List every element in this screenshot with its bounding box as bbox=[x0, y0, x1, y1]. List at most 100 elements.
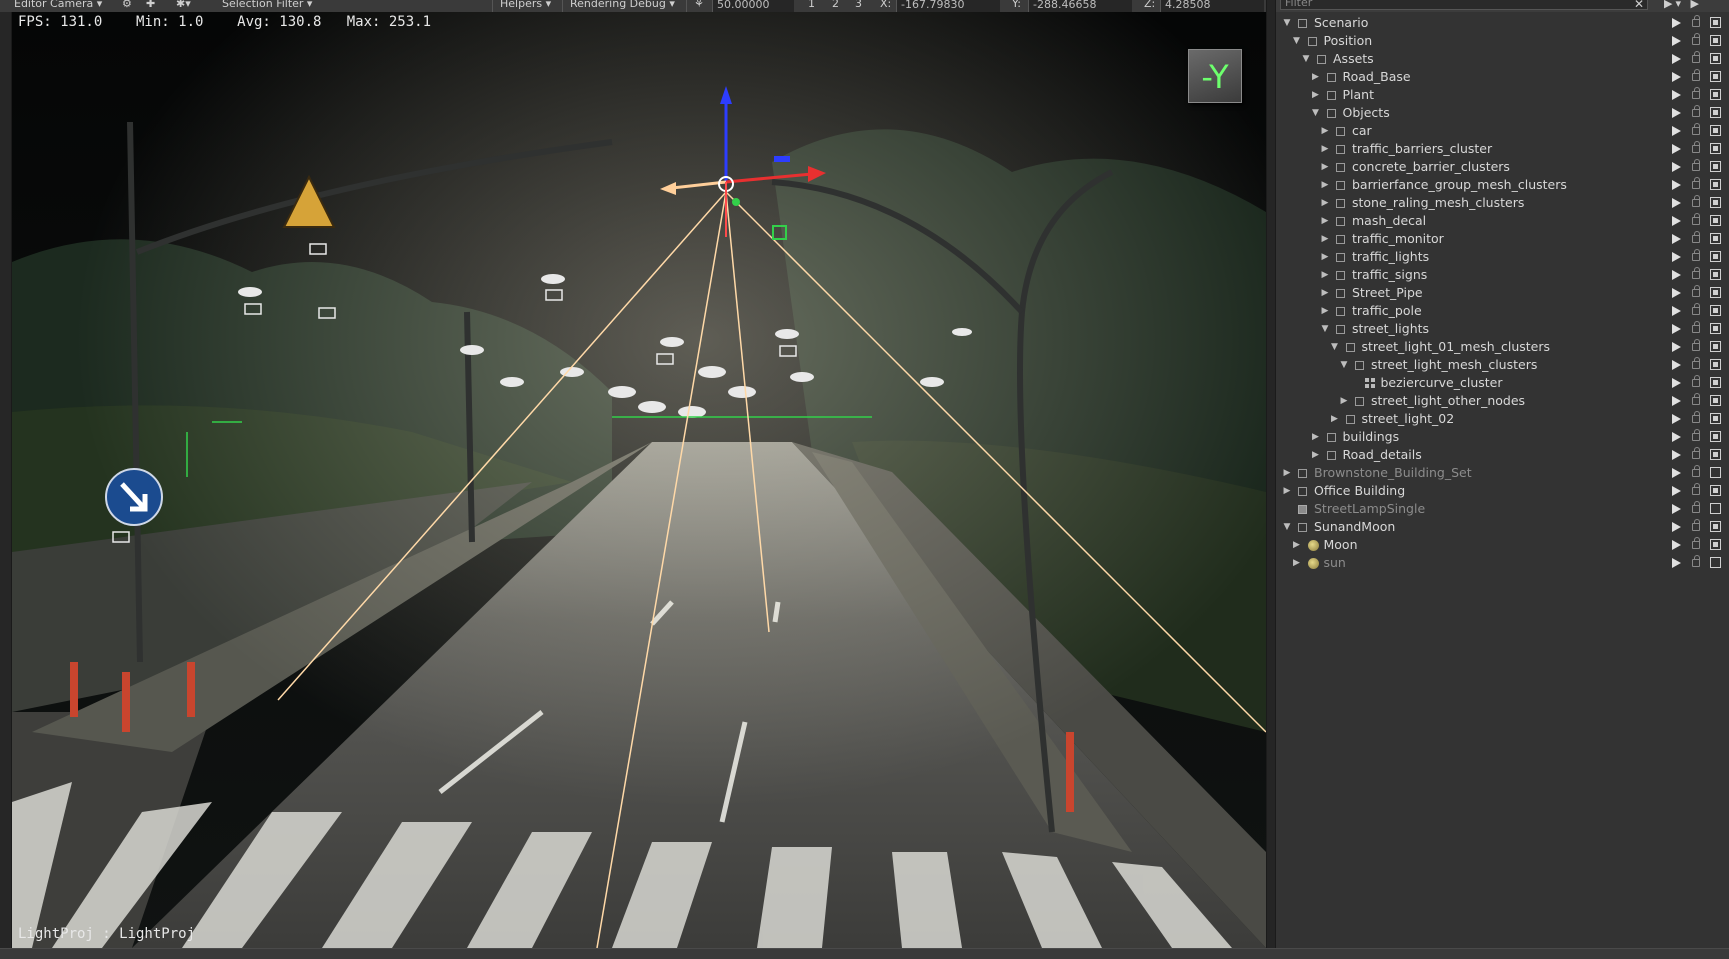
lock-icon[interactable] bbox=[1692, 321, 1700, 333]
tree-row[interactable]: ▶ sun bbox=[1276, 554, 1729, 572]
play-icon[interactable] bbox=[1672, 486, 1681, 496]
lock-icon[interactable] bbox=[1692, 141, 1700, 153]
expand-arrow-icon[interactable]: ▶ bbox=[1311, 68, 1321, 86]
visibility-toggle[interactable] bbox=[1710, 449, 1721, 460]
node-checkbox-icon[interactable] bbox=[1336, 181, 1345, 190]
play-icon[interactable] bbox=[1672, 18, 1681, 28]
play-icon[interactable] bbox=[1672, 72, 1681, 82]
play-icon[interactable] bbox=[1672, 126, 1681, 136]
lock-icon[interactable] bbox=[1692, 105, 1700, 117]
visibility-toggle[interactable] bbox=[1710, 215, 1721, 226]
visibility-toggle[interactable] bbox=[1710, 287, 1721, 298]
play-icon[interactable] bbox=[1672, 270, 1681, 280]
node-checkbox-icon[interactable] bbox=[1355, 397, 1364, 406]
x-coordinate-field[interactable]: -167.79830 bbox=[896, 0, 1000, 12]
visibility-toggle[interactable] bbox=[1710, 485, 1721, 496]
play-icon[interactable] bbox=[1672, 378, 1681, 388]
lock-icon[interactable] bbox=[1692, 15, 1700, 27]
node-checkbox-icon[interactable] bbox=[1298, 487, 1307, 496]
node-checkbox-icon[interactable] bbox=[1355, 361, 1364, 370]
node-checkbox-icon[interactable] bbox=[1336, 145, 1345, 154]
lock-icon[interactable] bbox=[1692, 447, 1700, 459]
expand-arrow-icon[interactable]: ▶ bbox=[1320, 284, 1330, 302]
lock-icon[interactable] bbox=[1692, 429, 1700, 441]
selection-filter-dropdown[interactable]: Selection Filter ▾ bbox=[222, 0, 312, 10]
expand-arrow-icon[interactable]: ▶ bbox=[1311, 86, 1321, 104]
expand-arrow-icon[interactable]: ▶ bbox=[1311, 446, 1321, 464]
lock-icon[interactable] bbox=[1692, 501, 1700, 513]
collapse-arrow-icon[interactable]: ▼ bbox=[1282, 14, 1292, 32]
tree-row[interactable]: ▼ street_light_mesh_clusters bbox=[1276, 356, 1729, 374]
scene-render[interactable] bbox=[12, 12, 1266, 948]
tree-row[interactable]: ▶ traffic_signs bbox=[1276, 266, 1729, 284]
node-checkbox-icon[interactable] bbox=[1326, 451, 1336, 460]
node-checkbox-icon[interactable] bbox=[1336, 253, 1345, 262]
rendering-debug-dropdown[interactable]: Rendering Debug ▾ bbox=[570, 0, 675, 10]
view-1-button[interactable]: 1 bbox=[808, 0, 815, 10]
expand-arrow-icon[interactable]: ▶ bbox=[1292, 554, 1302, 572]
visibility-toggle[interactable] bbox=[1710, 35, 1721, 46]
node-checkbox-icon[interactable] bbox=[1336, 127, 1345, 136]
tree-row[interactable]: ▶ street_light_other_nodes bbox=[1276, 392, 1729, 410]
tree-row[interactable]: ▼ SunandMoon bbox=[1276, 518, 1729, 536]
expand-arrow-icon[interactable]: ▶ bbox=[1339, 392, 1349, 410]
play-icon[interactable] bbox=[1672, 414, 1681, 424]
node-checkbox-icon[interactable] bbox=[1336, 199, 1345, 208]
lock-icon[interactable] bbox=[1692, 357, 1700, 369]
play-icon[interactable] bbox=[1672, 180, 1681, 190]
view-3-button[interactable]: 3 bbox=[855, 0, 862, 10]
collapse-arrow-icon[interactable]: ▼ bbox=[1292, 32, 1302, 50]
visibility-toggle[interactable] bbox=[1710, 197, 1721, 208]
visibility-toggle[interactable] bbox=[1710, 323, 1721, 334]
lock-icon[interactable] bbox=[1692, 285, 1700, 297]
visibility-toggle[interactable] bbox=[1710, 413, 1721, 424]
play-icon[interactable] bbox=[1672, 468, 1681, 478]
tree-row[interactable]: ▶ Office Building bbox=[1276, 482, 1729, 500]
play-icon[interactable] bbox=[1672, 504, 1681, 514]
y-coordinate-field[interactable]: -288.46658 bbox=[1028, 0, 1132, 12]
node-checkbox-icon[interactable] bbox=[1326, 91, 1336, 100]
visibility-toggle[interactable] bbox=[1710, 539, 1721, 550]
lock-icon[interactable] bbox=[1692, 159, 1700, 171]
visibility-toggle[interactable] bbox=[1710, 521, 1721, 532]
expand-arrow-icon[interactable]: ▶ bbox=[1320, 194, 1330, 212]
lock-icon[interactable] bbox=[1692, 123, 1700, 135]
tree-row[interactable]: ▶ traffic_pole bbox=[1276, 302, 1729, 320]
visibility-toggle[interactable] bbox=[1710, 17, 1721, 28]
lock-icon[interactable] bbox=[1692, 339, 1700, 351]
node-checkbox-icon[interactable] bbox=[1326, 109, 1336, 118]
tree-row[interactable]: ▶ traffic_barriers_cluster bbox=[1276, 140, 1729, 158]
play-icon[interactable] bbox=[1672, 360, 1681, 370]
tree-row[interactable]: ▶ Street_Pipe bbox=[1276, 284, 1729, 302]
lock-icon[interactable] bbox=[1692, 33, 1700, 45]
visibility-toggle[interactable] bbox=[1710, 503, 1721, 514]
expand-arrow-icon[interactable]: ▶ bbox=[1320, 248, 1330, 266]
expand-arrow-icon[interactable]: ▶ bbox=[1311, 428, 1321, 446]
node-checkbox-icon[interactable] bbox=[1336, 217, 1345, 226]
expand-arrow-icon[interactable]: ▶ bbox=[1320, 212, 1330, 230]
play-icon[interactable] bbox=[1672, 252, 1681, 262]
play-icon[interactable] bbox=[1672, 342, 1681, 352]
visibility-toggle[interactable] bbox=[1710, 467, 1721, 478]
play-icon[interactable] bbox=[1672, 522, 1681, 532]
collapse-arrow-icon[interactable]: ▼ bbox=[1301, 50, 1311, 68]
tree-row[interactable]: ▼ Assets bbox=[1276, 50, 1729, 68]
node-checkbox-icon[interactable] bbox=[1298, 523, 1307, 532]
node-checkbox-icon[interactable] bbox=[1336, 271, 1345, 280]
visibility-toggle[interactable] bbox=[1710, 179, 1721, 190]
tree-row[interactable]: ▶ Road_Base bbox=[1276, 68, 1729, 86]
light-icon[interactable] bbox=[1307, 558, 1319, 569]
lock-icon[interactable] bbox=[1692, 519, 1700, 531]
visibility-toggle[interactable] bbox=[1710, 251, 1721, 262]
play-icon[interactable] bbox=[1672, 144, 1681, 154]
expand-arrow-icon[interactable]: ▶ bbox=[1320, 302, 1330, 320]
cluster-icon[interactable] bbox=[1364, 378, 1375, 388]
play-icon[interactable] bbox=[1672, 396, 1681, 406]
node-checkbox-icon[interactable] bbox=[1317, 55, 1326, 64]
node-checkbox-icon[interactable] bbox=[1336, 289, 1345, 298]
lock-icon[interactable] bbox=[1692, 249, 1700, 261]
tree-row[interactable]: ▼ Position bbox=[1276, 32, 1729, 50]
play-icon[interactable] bbox=[1672, 108, 1681, 118]
clear-filter-icon[interactable]: ✕ bbox=[1634, 0, 1644, 11]
visibility-toggle[interactable] bbox=[1710, 71, 1721, 82]
